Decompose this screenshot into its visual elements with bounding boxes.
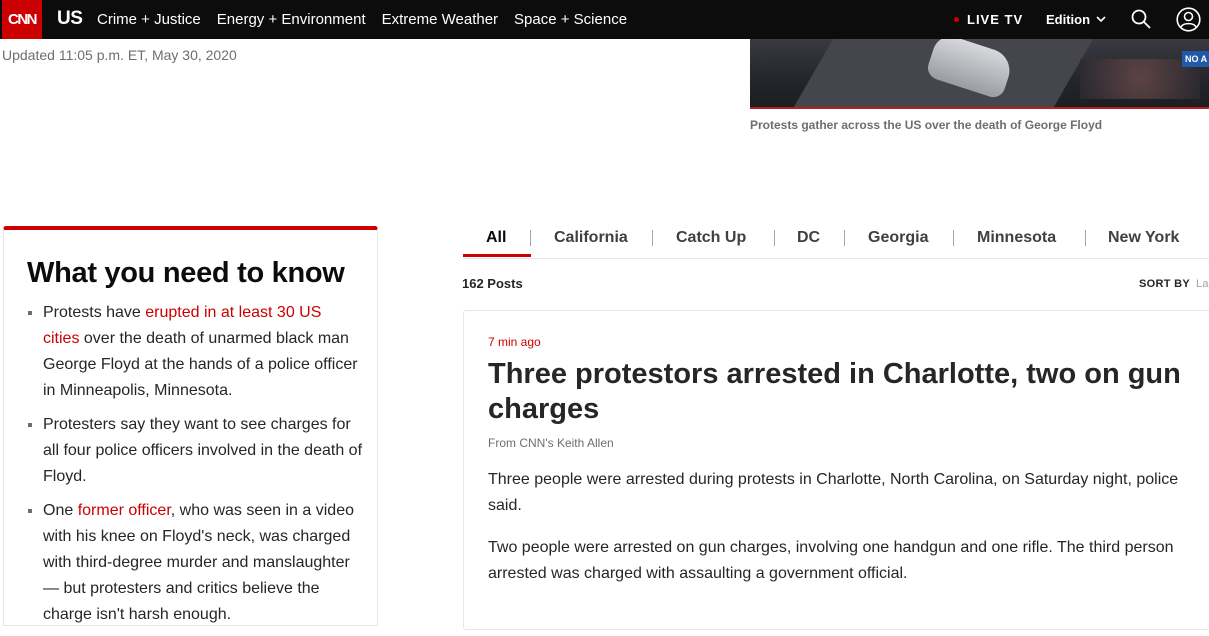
post-count: 162 Posts: [462, 276, 523, 291]
tab-divider: [774, 230, 775, 246]
nav-links: Crime + Justice Energy + Environment Ext…: [97, 11, 643, 28]
tab-divider: [953, 230, 954, 246]
tab-divider: [1085, 230, 1086, 246]
need-to-know-title: What you need to know: [27, 257, 345, 289]
chevron-down-icon: [1096, 16, 1106, 23]
section-title[interactable]: US: [57, 8, 83, 30]
bullet-text: Protesters say they want to see charges …: [43, 416, 363, 485]
post-byline: From CNN's Keith Allen: [488, 436, 614, 450]
tab-georgia[interactable]: Georgia: [868, 229, 928, 247]
need-to-know-list: Protests have erupted in at least 30 US …: [27, 300, 362, 636]
bullet-text: , who was seen in a video with his knee …: [43, 502, 354, 623]
sort-label: SORT BY: [1139, 278, 1190, 290]
live-dot-icon: [954, 17, 959, 22]
tab-california[interactable]: California: [554, 229, 628, 247]
filter-tabs: All California Catch Up DC Georgia Minne…: [463, 226, 1209, 259]
nav-link-space-science[interactable]: Space + Science: [514, 11, 627, 28]
tab-catch-up[interactable]: Catch Up: [676, 229, 746, 247]
tab-divider: [652, 230, 653, 246]
list-item: Protesters say they want to see charges …: [27, 412, 362, 490]
bullet-text: Protests have: [43, 304, 146, 321]
cnn-logo[interactable]: CNN: [2, 0, 42, 39]
nav-link-extreme-weather[interactable]: Extreme Weather: [382, 11, 498, 28]
nav-link-crime-justice[interactable]: Crime + Justice: [97, 11, 201, 28]
live-tv-button[interactable]: LIVE TV: [954, 12, 1023, 27]
post-timestamp: 7 min ago: [488, 335, 541, 349]
live-tv-label: LIVE TV: [967, 12, 1024, 27]
top-nav: CNN US Crime + Justice Energy + Environm…: [0, 0, 1209, 39]
sort-control[interactable]: SORT BY La: [1139, 278, 1209, 290]
tab-new-york[interactable]: New York: [1108, 229, 1179, 247]
edition-menu[interactable]: Edition: [1046, 12, 1106, 27]
post-headline: Three protestors arrested in Charlotte, …: [488, 358, 1181, 425]
hero-caption: Protests gather across the US over the d…: [750, 118, 1103, 132]
updated-timestamp: Updated 11:05 p.m. ET, May 30, 2020: [2, 47, 237, 63]
post-paragraph: Three people were arrested during protes…: [488, 471, 1179, 514]
tab-divider: [530, 230, 531, 246]
sort-value[interactable]: La: [1196, 278, 1209, 290]
bullet-text: One: [43, 502, 78, 519]
account-icon[interactable]: [1176, 7, 1201, 32]
tab-divider: [844, 230, 845, 246]
tab-all[interactable]: All: [486, 229, 506, 247]
list-item: Protests have erupted in at least 30 US …: [27, 300, 362, 404]
bullet-link[interactable]: former officer: [78, 502, 171, 519]
hero-bug: NO A: [1182, 51, 1209, 67]
need-to-know-box: What you need to know Protests have erup…: [3, 226, 378, 626]
tab-minnesota[interactable]: Minnesota: [977, 229, 1056, 247]
post-paragraph: Two people were arrested on gun charges,…: [488, 539, 1174, 582]
nav-link-energy-environment[interactable]: Energy + Environment: [217, 11, 366, 28]
edition-label: Edition: [1046, 12, 1091, 27]
tab-dc[interactable]: DC: [797, 229, 820, 247]
search-icon[interactable]: [1131, 9, 1151, 29]
bullet-text: over the death of unarmed black man Geor…: [43, 330, 358, 399]
active-tab-indicator: [463, 254, 531, 257]
live-post: 7 min ago Three protestors arrested in C…: [463, 310, 1209, 630]
list-item: One former officer, who was seen in a vi…: [27, 498, 362, 628]
hero-video[interactable]: NO A: [750, 39, 1209, 109]
